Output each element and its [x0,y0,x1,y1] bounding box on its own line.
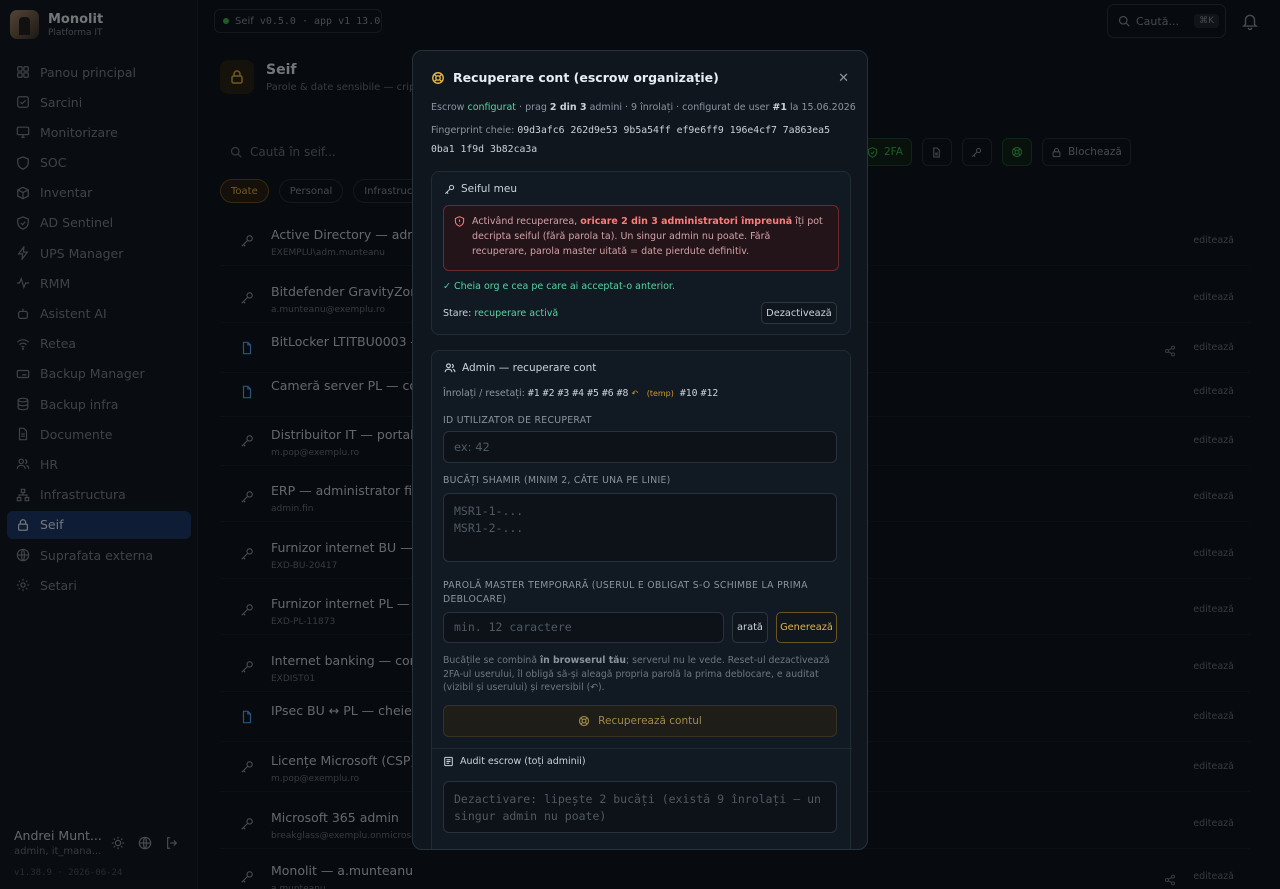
enrolled-id: #12 [700,388,719,399]
generate-password-button[interactable]: Generează [776,612,837,643]
divider [432,748,852,749]
enrolled-id: #5 [587,388,599,399]
app-root: Monolit Platforma IT Panou principalSarc… [0,0,1280,889]
enrolled-id: #3 [557,388,570,399]
note-emphasis: în browserul tău [539,655,627,666]
warning-text: Activând recuperarea, [472,216,581,227]
state-label: Stare: [443,308,475,319]
escrow-meta: Escrow configurat · prag 2 din 3 admini … [431,102,856,113]
close-icon[interactable]: ✕ [838,71,849,86]
admin-recovery-title: Admin — recuperare cont [462,362,597,374]
escrow-status: configurat [467,102,517,113]
shield-alert-icon [454,216,465,227]
user-id-input[interactable]: ex: 42 [443,431,837,463]
warning-emphasis: oricare 2 din 3 administratori împreună [580,216,793,227]
admin-recovery-card: Admin — recuperare cont Înrolați / reset… [431,350,852,849]
audit-title: Audit escrow (toți adminii) [460,756,586,767]
meta-text: Escrow [431,102,468,113]
recovery-warning: Activând recuperarea, oricare 2 din 3 ad… [443,205,839,271]
enrolled-id: #4 [572,388,585,399]
org-key-confirmation: ✓ Cheia org e cea pe care ai acceptat-o … [443,281,675,292]
meta-text: · prag [516,102,550,113]
escrow-threshold: 2 din 3 [549,102,587,113]
enrolled-id: #10 [679,388,698,399]
show-password-button[interactable]: arată [732,612,768,643]
meta-text: admini · 9 înrolați · configurat de user [586,102,773,113]
shard-placeholder-1: MSR1-1-... [454,504,524,518]
recover-account-button[interactable]: Recuperează contul [443,705,837,737]
note-text: Bucățile se combină [443,655,540,666]
shard-placeholder-2: MSR1-2-... [454,521,524,535]
meta-text: la 15.06.2026 [786,102,856,113]
audit-icon [444,756,453,767]
key-icon [445,184,455,194]
recover-account-label: Recuperează contul [598,715,702,727]
enrolled-id: #8 [616,388,629,399]
enrolled-id: #2 [542,388,555,399]
shamir-shards-textarea[interactable]: MSR1-1-... MSR1-2-... [443,493,837,562]
state-value: recuperare activă [474,308,559,319]
fingerprint-label: Fingerprint cheie: [431,125,518,136]
audit-textarea[interactable]: Dezactivare: lipește 2 bucăți (există 9 … [443,781,837,833]
my-vault-card: Seiful meu Activând recuperarea, oricare… [431,171,851,335]
lifebuoy-icon [432,71,444,84]
escrow-user: #1 [772,102,787,113]
users-icon [444,363,456,373]
enrolled-id: #6 [601,388,614,399]
lifebuoy-icon [579,715,590,727]
recovery-state: Stare: recuperare activă [443,308,558,319]
shamir-shards-label: BUCĂȚI SHAMIR (MINIM 2, CÂTE UNA PE LINI… [443,475,671,486]
key-fingerprint: Fingerprint cheie: 09d3afc6 262d9e53 9b5… [431,121,851,159]
my-vault-heading: Seiful meu [444,183,517,195]
modal-title-text: Recuperare cont (escrow organizație) [453,70,719,85]
undo-icon[interactable]: ↶ [631,389,640,398]
recovery-modal: Recuperare cont (escrow organizație) ✕ E… [412,50,868,850]
admin-recovery-heading: Admin — recuperare cont [444,362,596,374]
enrolled-users: Înrolați / resetați: #1 #2 #3 #4 #5 #6 #8 ↶ (te… [443,388,721,399]
my-vault-title: Seiful meu [461,183,517,195]
temp-password-label: PAROLĂ MASTER TEMPORARĂ (USERUL E OBLIGA… [443,580,808,605]
enrolled-label: Înrolați / resetați: [443,388,528,399]
temp-password-input[interactable]: min. 12 caractere [443,612,724,643]
temp-badge: (temp) [646,389,674,398]
deactivate-button[interactable]: Dezactivează [761,302,837,324]
audit-heading: Audit escrow (toți adminii) [443,756,586,767]
user-id-label: ID UTILIZATOR DE RECUPERAT [443,415,592,426]
modal-title: Recuperare cont (escrow organizație) [431,70,719,85]
enrolled-id: #1 [527,388,540,399]
recovery-note: Bucățile se combină în browserul tău; se… [443,654,839,695]
